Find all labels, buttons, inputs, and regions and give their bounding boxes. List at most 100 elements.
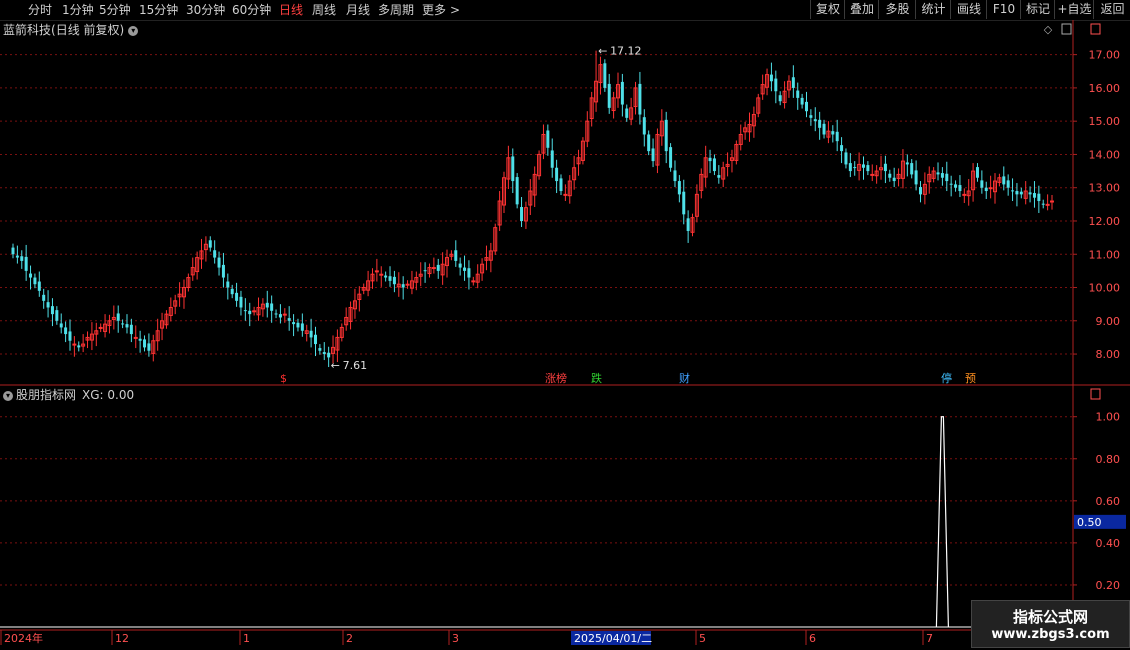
candle-body [458,263,462,268]
candle-body [1006,180,1010,188]
candle-body [282,313,287,316]
candle-body [954,184,958,188]
candle-body [962,193,967,196]
candle-body [221,264,225,278]
candle-body [133,336,138,339]
cursor-value-label: 0.50 [1077,516,1102,529]
candle-body [423,270,427,272]
candle-body [546,130,550,148]
candle-body [853,167,857,169]
candle-body [217,257,221,268]
candle-body [980,180,984,188]
candle-body [892,177,896,182]
candle-body [327,352,331,358]
candle-body [138,338,142,341]
candle-body [791,77,795,88]
candle-body [287,318,291,321]
time-axis-label: 2024年 [4,631,43,645]
candle-body [835,131,839,142]
candle-body [226,281,230,288]
candle-body [813,119,817,122]
candle-body [116,313,120,321]
candle-body [29,273,33,278]
axis-setting-icon [1090,23,1101,35]
candle-body [374,270,379,273]
price-tick-label: 10.00 [1089,282,1121,295]
candle-body [463,267,467,271]
candle-body [392,276,396,285]
candle-body [682,191,686,215]
candle-body [42,294,46,301]
candle-body [515,177,519,205]
price-tick-label: 8.00 [1096,348,1121,361]
candle-body [910,163,914,175]
candle-body [292,322,296,325]
candle-body [778,95,782,102]
event-marker: 跌 [591,371,602,385]
candle-body [379,273,384,276]
low-annotation-arrow: ← [331,359,340,372]
candle-body [1045,203,1050,206]
candle-body [50,306,54,315]
candle-body [235,292,239,301]
candle-body [914,170,918,185]
candle-body [883,163,887,172]
candle-body [46,302,50,308]
candle-body [129,324,133,335]
candle-body [143,339,147,348]
candle-body [454,250,458,261]
candle-body [300,323,304,331]
event-marker: 财 [679,371,690,385]
candle-body [563,193,568,196]
diamond-icon: ◇ [1044,23,1053,36]
candle-body [24,256,28,271]
candle-body [844,152,848,165]
candle-body [677,181,681,195]
candle-body [918,187,922,195]
candle-body [147,343,151,351]
candle-body [243,310,247,312]
candle-body [1050,200,1054,203]
candle-body [55,310,59,321]
candle-body [669,147,673,168]
candle-body [647,134,651,152]
candle-body [945,173,949,182]
watermark-url: www.zbgs3.com [991,627,1110,642]
candle-body [20,256,24,261]
time-axis-label: 2 [346,632,353,645]
candle-body [77,345,81,348]
candle-body [1041,203,1045,205]
candle-body [388,276,392,281]
chart-canvas[interactable]: 8.009.0010.0011.0012.0013.0014.0015.0016… [0,0,1130,650]
candle-body [33,277,37,285]
candle-body [520,207,524,221]
candle-body [603,63,607,88]
price-tick-label: 13.00 [1089,182,1121,195]
candle-body [796,90,800,98]
price-tick-label: 11.00 [1089,248,1121,261]
candle-body [769,74,773,82]
candle-body [384,275,388,278]
candle-body [958,185,962,192]
xg-signal-line [935,416,950,628]
candle-body [905,162,909,165]
candle-body [11,247,15,255]
candle-body [401,284,405,288]
candle-body [125,324,129,328]
candle-body [322,352,326,355]
candle-body [620,81,624,105]
high-price-label: 17.12 [610,45,642,58]
candle-body [270,303,274,311]
candle-body [975,167,979,178]
axis-setting-icon [1090,388,1101,400]
time-axis-label: 5 [699,632,706,645]
panel-toggle-icon [1061,23,1072,35]
indicator-tick-label: 1.00 [1096,411,1121,424]
candle-body [1011,190,1015,192]
candle-body [848,163,852,172]
candle-body [471,280,476,283]
candle-body [809,115,813,118]
candle-body [550,150,554,168]
candle-body [774,78,778,92]
candle-body [405,283,410,286]
